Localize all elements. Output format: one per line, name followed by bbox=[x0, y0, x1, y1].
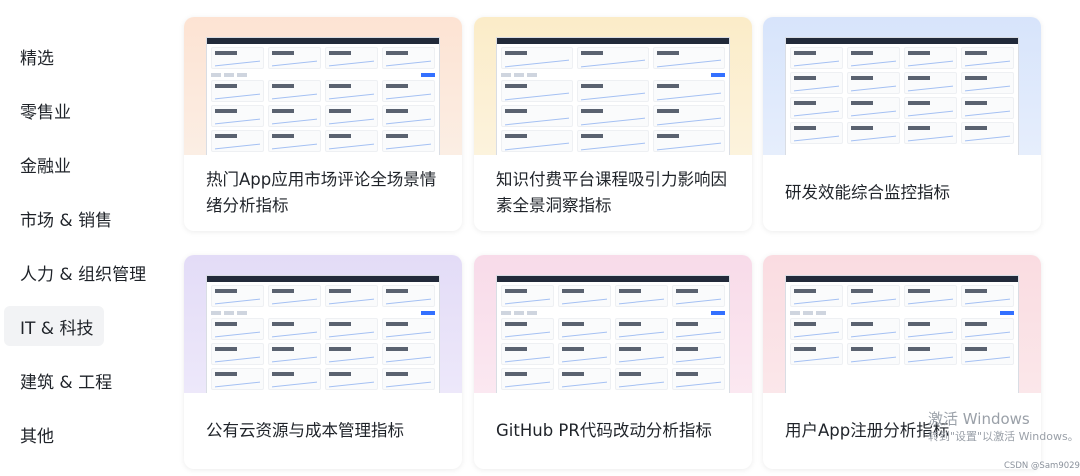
template-card[interactable]: 知识付费平台课程吸引力影响因素全景洞察指标 bbox=[474, 17, 752, 231]
card-thumbnail bbox=[474, 17, 752, 155]
dashboard-preview bbox=[496, 275, 730, 393]
sidebar-item-construction[interactable]: 建筑 & 工程 bbox=[4, 360, 112, 400]
windows-activation-watermark: 激活 Windows bbox=[928, 410, 1030, 428]
card-title: 研发效能综合监控指标 bbox=[785, 183, 950, 202]
dashboard-preview bbox=[785, 37, 1019, 155]
card-thumbnail bbox=[184, 255, 462, 393]
template-card[interactable]: 研发效能综合监控指标 bbox=[763, 17, 1041, 231]
card-thumbnail bbox=[763, 255, 1041, 393]
dashboard-preview bbox=[785, 275, 1019, 393]
csdn-credit: CSDN @Sam9029 bbox=[1004, 461, 1080, 471]
sidebar-item-retail[interactable]: 零售业 bbox=[4, 90, 104, 130]
card-thumbnail bbox=[184, 17, 462, 155]
template-card[interactable]: 公有云资源与成本管理指标 bbox=[184, 255, 462, 469]
card-title: GitHub PR代码改动分析指标 bbox=[496, 421, 712, 440]
dashboard-preview bbox=[496, 37, 730, 155]
windows-activation-hint: 转到"设置"以激活 Windows。 bbox=[928, 430, 1079, 443]
template-card[interactable]: GitHub PR代码改动分析指标 bbox=[474, 255, 752, 469]
dashboard-preview bbox=[206, 275, 440, 393]
card-thumbnail bbox=[763, 17, 1041, 155]
sidebar-item-featured[interactable]: 精选 bbox=[4, 36, 104, 76]
template-card[interactable]: 热门App应用市场评论全场景情绪分析指标 bbox=[184, 17, 462, 231]
card-thumbnail bbox=[474, 255, 752, 393]
card-title: 热门App应用市场评论全场景情绪分析指标 bbox=[206, 170, 437, 215]
sidebar-item-it-tech[interactable]: IT & 科技 bbox=[4, 306, 104, 346]
sidebar-item-hr-org[interactable]: 人力 & 组织管理 bbox=[4, 252, 146, 292]
card-title: 知识付费平台课程吸引力影响因素全景洞察指标 bbox=[496, 170, 727, 215]
sidebar-item-finance[interactable]: 金融业 bbox=[4, 144, 104, 184]
category-sidebar: 精选 零售业 金融业 市场 & 销售 人力 & 组织管理 IT & 科技 建筑 … bbox=[0, 0, 170, 476]
sidebar-item-other[interactable]: 其他 bbox=[4, 414, 104, 454]
dashboard-preview bbox=[206, 37, 440, 155]
sidebar-item-marketing-sales[interactable]: 市场 & 销售 bbox=[4, 198, 112, 238]
card-title: 公有云资源与成本管理指标 bbox=[206, 421, 404, 440]
template-grid: 热门App应用市场评论全场景情绪分析指标 知识付费平台课程吸引力影响因素全景洞察… bbox=[170, 0, 1080, 476]
